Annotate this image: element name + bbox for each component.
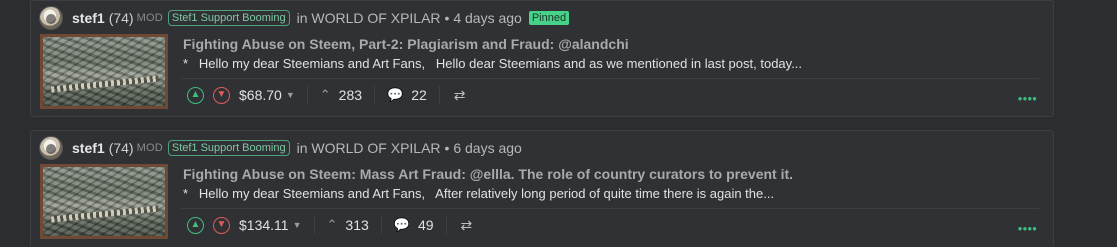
post-card: stef1 (74) MOD Stef1 Support Booming in … <box>30 0 1054 117</box>
divider <box>181 78 1039 79</box>
separator <box>374 86 376 104</box>
chevron-down-icon: ▼ <box>216 89 227 100</box>
community-link[interactable]: in WORLD OF XPILAR <box>297 10 441 26</box>
comments-icon[interactable]: 💬 <box>394 217 410 233</box>
chevron-up-icon: ▲ <box>190 89 201 100</box>
avatar[interactable] <box>39 6 63 30</box>
separator <box>445 216 447 234</box>
payout-dropdown-icon[interactable]: ▼ <box>286 90 295 100</box>
separator <box>380 216 382 234</box>
payout-amount[interactable]: $68.70 <box>239 87 282 103</box>
upvote-button[interactable]: ▲ <box>187 216 204 234</box>
upvote-button[interactable]: ▲ <box>187 86 204 104</box>
pinned-badge: Pinned <box>528 11 570 25</box>
post-excerpt[interactable]: * Hello my dear Steemians and Art Fans, … <box>183 186 1043 201</box>
downvote-button[interactable]: ▼ <box>213 216 230 234</box>
resteem-icon[interactable]: ⇄ <box>461 217 473 234</box>
resteem-icon[interactable]: ⇄ <box>454 87 466 104</box>
post-thumbnail[interactable] <box>40 34 168 109</box>
votes-caret-up-icon[interactable]: ⌃ <box>327 217 338 233</box>
comments-icon[interactable]: 💬 <box>387 87 403 103</box>
mod-label: MOD <box>136 12 163 24</box>
dots-icon[interactable]: ●●●● <box>1018 224 1037 233</box>
vote-count[interactable]: 313 <box>345 217 368 233</box>
post-title[interactable]: Fighting Abuse on Steem: Mass Art Fraud:… <box>183 166 793 182</box>
downvote-button[interactable]: ▼ <box>213 86 230 104</box>
comment-count[interactable]: 49 <box>418 217 434 233</box>
chevron-up-icon: ▲ <box>190 219 201 230</box>
post-time[interactable]: • 6 days ago <box>445 140 522 156</box>
vote-count[interactable]: 283 <box>339 87 362 103</box>
post-excerpt[interactable]: * Hello my dear Steemians and Art Fans, … <box>183 56 1043 71</box>
post-actions: ▲ ▼ $68.70 ▼ ⌃ 283 💬 22 ⇄ <box>187 84 466 106</box>
separator <box>438 86 440 104</box>
chevron-down-icon: ▼ <box>216 219 227 230</box>
votes-caret-up-icon[interactable]: ⌃ <box>320 87 331 103</box>
author-name[interactable]: stef1 <box>72 140 105 156</box>
mod-label: MOD <box>136 142 163 154</box>
post-time[interactable]: • 4 days ago <box>445 10 522 26</box>
author-reputation: (74) <box>108 10 134 26</box>
community-link[interactable]: in WORLD OF XPILAR <box>297 140 441 156</box>
dots-icon[interactable]: ●●●● <box>1018 94 1037 103</box>
post-header: stef1 (74) MOD Stef1 Support Booming in … <box>39 6 570 30</box>
comment-count[interactable]: 22 <box>411 87 427 103</box>
author-name[interactable]: stef1 <box>72 10 105 26</box>
avatar[interactable] <box>39 136 63 160</box>
post-card: stef1 (74) MOD Stef1 Support Booming in … <box>30 130 1054 247</box>
payout-amount[interactable]: $134.11 <box>239 217 289 233</box>
post-actions: ▲ ▼ $134.11 ▼ ⌃ 313 💬 49 ⇄ <box>187 214 472 236</box>
author-reputation: (74) <box>108 140 134 156</box>
role-badge: Stef1 Support Booming <box>167 10 290 26</box>
role-badge: Stef1 Support Booming <box>167 140 290 156</box>
payout-dropdown-icon[interactable]: ▼ <box>293 220 302 230</box>
separator <box>313 216 315 234</box>
post-thumbnail[interactable] <box>40 164 168 239</box>
separator <box>306 86 308 104</box>
post-header: stef1 (74) MOD Stef1 Support Booming in … <box>39 136 522 160</box>
post-title[interactable]: Fighting Abuse on Steem, Part-2: Plagiar… <box>183 36 629 52</box>
divider <box>181 208 1039 209</box>
